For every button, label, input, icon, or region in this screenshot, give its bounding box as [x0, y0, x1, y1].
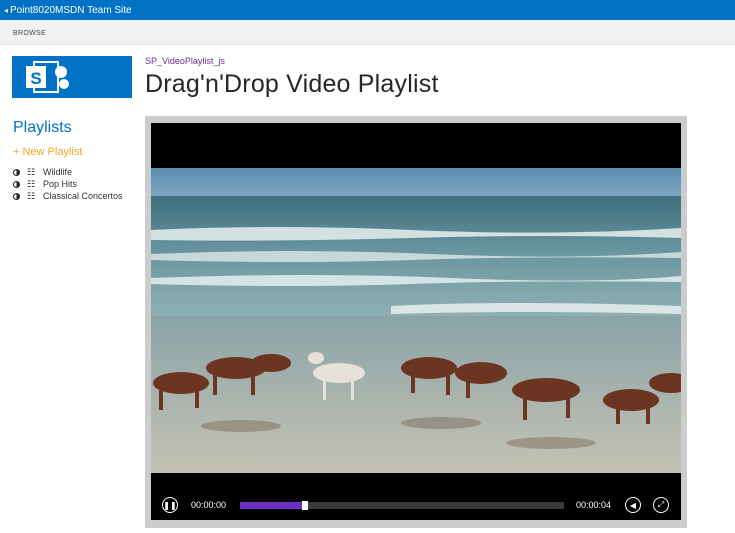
playlist-item-pop-hits[interactable]: ☷ Pop Hits — [13, 178, 123, 190]
ribbon-tab-browse[interactable]: BROWSE — [13, 30, 46, 37]
duration-time: 00:00:04 — [576, 500, 612, 510]
ribbon: BROWSE — [0, 20, 735, 45]
edit-playlist-icon[interactable]: ☷ — [27, 179, 37, 190]
page-title: Drag'n'Drop Video Playlist — [145, 70, 439, 98]
pause-icon[interactable]: ❚❚ — [162, 497, 178, 513]
suite-bar: ◂ Point8020MSDN Team Site — [0, 0, 735, 20]
seek-bar-fill — [240, 502, 302, 509]
playlist-label[interactable]: Pop Hits — [43, 179, 77, 189]
volume-icon[interactable]: ◀ — [625, 497, 641, 513]
edit-playlist-icon[interactable]: ☷ — [27, 191, 37, 202]
play-icon[interactable] — [13, 168, 20, 176]
video-frame[interactable] — [151, 168, 681, 473]
svg-text:S: S — [30, 69, 41, 88]
playlist-item-classical-concertos[interactable]: ☷ Classical Concertos — [13, 190, 123, 202]
play-icon[interactable] — [13, 180, 20, 188]
player-controls: ❚❚ 00:00:00 00:00:04 ◀ ⤢ — [151, 473, 681, 520]
edit-playlist-icon[interactable]: ☷ — [27, 167, 37, 178]
seek-bar[interactable] — [240, 501, 564, 510]
playlist-item-wildlife[interactable]: ☷ Wildlife — [13, 166, 123, 178]
playlist-label[interactable]: Wildlife — [43, 167, 72, 177]
new-playlist-link[interactable]: + New Playlist — [13, 146, 82, 158]
site-title-link[interactable]: Point8020MSDN Team Site — [10, 5, 132, 16]
fullscreen-icon[interactable]: ⤢ — [653, 497, 669, 513]
playlist-list: ☷ Wildlife ☷ Pop Hits ☷ Classical Concer… — [13, 166, 123, 202]
playlists-heading[interactable]: Playlists — [13, 119, 72, 137]
playlist-label[interactable]: Classical Concertos — [43, 191, 123, 201]
play-icon[interactable] — [13, 192, 20, 200]
current-time: 00:00:00 — [191, 500, 227, 510]
sharepoint-logo-icon: S — [26, 61, 69, 93]
video-still-image — [151, 168, 681, 473]
site-logo[interactable]: S — [12, 56, 132, 98]
breadcrumb-link[interactable]: SP_VideoPlaylist_js — [145, 56, 225, 66]
seek-bar-thumb[interactable] — [301, 501, 308, 510]
back-arrow-icon[interactable]: ◂ — [4, 6, 8, 15]
video-player[interactable]: ❚❚ 00:00:00 00:00:04 ◀ ⤢ — [151, 123, 681, 520]
